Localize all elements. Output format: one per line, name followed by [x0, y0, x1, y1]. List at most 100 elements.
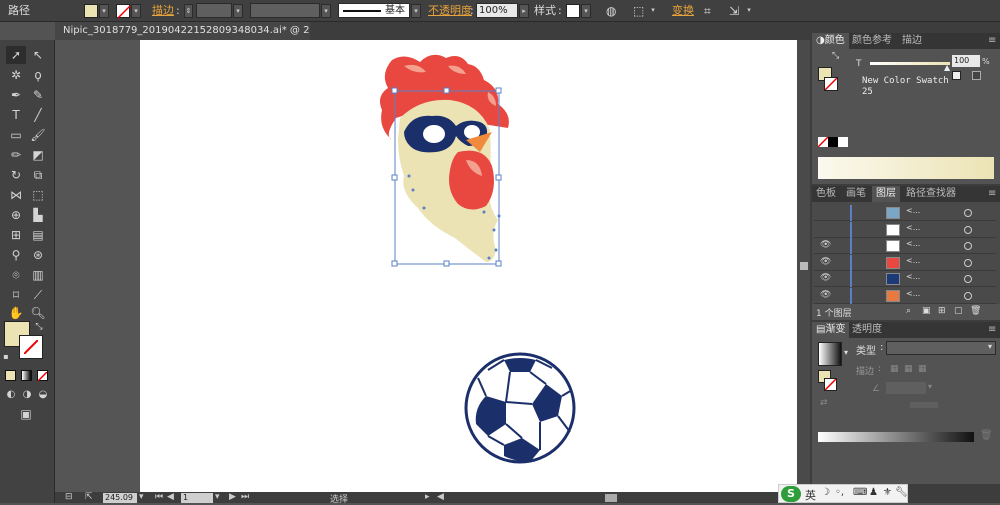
- layer-row[interactable]: 👁 <...: [814, 254, 996, 271]
- visibility-eye-icon[interactable]: 👁: [820, 257, 831, 267]
- reverse-gradient-icon[interactable]: ⇄: [820, 398, 828, 408]
- tint-label: T: [856, 59, 862, 69]
- tab-color[interactable]: ◑颜色: [812, 33, 849, 49]
- tab-pathfinder[interactable]: 路径查找器: [902, 186, 960, 202]
- angle-field[interactable]: [886, 382, 926, 394]
- layer-thumbnail: [886, 207, 900, 219]
- scroll-thumb[interactable]: [800, 262, 808, 270]
- stroke-option-1-icon[interactable]: ▦: [890, 364, 899, 374]
- tab-swatches[interactable]: 色板: [812, 186, 840, 202]
- gradient-preview[interactable]: [818, 342, 842, 366]
- export-icon[interactable]: ⇱: [85, 492, 93, 502]
- panel-menu-icon[interactable]: ≡: [984, 186, 1000, 202]
- scroll-left-icon[interactable]: ◀: [437, 492, 444, 502]
- tab-gradient[interactable]: ▤渐变: [812, 322, 850, 338]
- tab-transparency[interactable]: 透明度: [848, 322, 886, 338]
- target-circle-icon[interactable]: [964, 291, 972, 300]
- status-menu-icon[interactable]: ▸: [425, 492, 430, 502]
- swap-icon[interactable]: ⤡: [832, 51, 839, 61]
- layer-name: <...: [906, 222, 921, 232]
- layer-name: <...: [906, 288, 921, 298]
- color-panel: ⤡ T ▲ 100 % New Color Swatch 25: [812, 49, 1000, 184]
- gradient-preview-dropdown[interactable]: ▾: [844, 348, 848, 357]
- colon: :: [878, 364, 882, 374]
- target-circle-icon[interactable]: [964, 242, 972, 250]
- target-circle-icon[interactable]: [964, 209, 972, 217]
- wrench-icon[interactable]: 🔧︎: [895, 487, 908, 498]
- color-icon: ◑: [816, 35, 825, 46]
- tint-slider[interactable]: [870, 62, 950, 65]
- zoom-field[interactable]: 245.09: [103, 493, 137, 503]
- none-slash-icon: [817, 136, 829, 148]
- layer-count: 1 个图层: [816, 309, 852, 319]
- layer-thumbnail: [886, 256, 900, 269]
- stroke-option-2-icon[interactable]: ▦: [904, 364, 913, 374]
- aspect-field[interactable]: [910, 402, 938, 408]
- out-of-gamut-icon[interactable]: [972, 71, 981, 80]
- skin-icon[interactable]: ♟: [869, 487, 878, 498]
- white-swatch[interactable]: [838, 137, 848, 147]
- tab-brushes[interactable]: 画笔: [842, 186, 870, 202]
- moon-icon[interactable]: ☽: [821, 487, 830, 498]
- cmyk-spot-icon[interactable]: [952, 71, 961, 80]
- visibility-eye-icon[interactable]: 👁: [820, 273, 831, 283]
- panel-menu-icon[interactable]: ≡: [984, 322, 1000, 338]
- first-page-icon[interactable]: ⏮: [155, 492, 163, 502]
- stroke-option-3-icon[interactable]: ▦: [918, 364, 927, 374]
- artboard-nav-icon[interactable]: ⊟: [65, 492, 73, 502]
- punctuation-icon[interactable]: ◦,: [835, 487, 844, 498]
- layer-row[interactable]: 👁 <...: [814, 271, 996, 287]
- percent-label: %: [982, 57, 990, 66]
- none-slash-icon: [824, 77, 838, 91]
- angle-icon: ∠: [872, 384, 881, 394]
- layer-row[interactable]: 👁 <...: [814, 238, 996, 254]
- delete-stop-icon[interactable]: 🗑: [980, 430, 993, 441]
- page-field[interactable]: 1: [181, 493, 213, 503]
- zoom-dropdown[interactable]: ▾: [139, 492, 144, 502]
- black-swatch[interactable]: [828, 137, 838, 147]
- ime-lang[interactable]: 英: [805, 487, 816, 503]
- none-swatch[interactable]: [817, 136, 829, 148]
- tab-stroke[interactable]: 描边: [898, 33, 926, 49]
- next-page-icon[interactable]: ▶: [229, 492, 236, 502]
- dress-icon[interactable]: ⚜: [883, 487, 892, 498]
- gradient-slider[interactable]: [818, 432, 974, 442]
- layer-row[interactable]: 👁 <...: [814, 287, 996, 304]
- layers-panel-tabs: 色板 画笔 图层 路径查找器 ≡: [812, 186, 1000, 202]
- visibility-eye-icon[interactable]: 👁: [820, 240, 831, 250]
- tint-value-field[interactable]: 100: [952, 55, 980, 67]
- panel-menu-icon[interactable]: ≡: [984, 33, 1000, 49]
- new-layer-icon[interactable]: ▢: [954, 306, 963, 316]
- tint-slider-thumb[interactable]: ▲: [944, 63, 950, 72]
- target-circle-icon[interactable]: [964, 275, 972, 283]
- ime-toolbar: S 英 ☽ ◦, ⌨ ♟ ⚜ 🔧︎: [778, 484, 908, 503]
- horizontal-scroll-thumb[interactable]: [605, 494, 617, 502]
- soccer-ball[interactable]: [464, 352, 576, 464]
- rooster-wattle[interactable]: [449, 150, 494, 210]
- layer-name: <...: [906, 206, 921, 215]
- glasses-left-lens: [423, 125, 445, 143]
- tab-color-guide[interactable]: 颜色参考: [848, 33, 896, 49]
- clipping-mask-icon[interactable]: ▣: [922, 306, 931, 316]
- tab-layers[interactable]: 图层: [872, 186, 900, 202]
- locate-object-icon[interactable]: ⌕: [906, 306, 911, 316]
- layer-row[interactable]: <...: [814, 221, 996, 238]
- delete-layer-icon[interactable]: 🗑: [970, 306, 981, 316]
- gradient-stroke-swatch[interactable]: [824, 378, 837, 391]
- new-sublayer-icon[interactable]: ⊞: [938, 306, 946, 316]
- vertical-scrollbar[interactable]: [797, 40, 810, 492]
- color-spectrum[interactable]: [818, 157, 994, 179]
- ime-logo[interactable]: S: [781, 486, 801, 502]
- layer-thumbnail: [886, 223, 900, 236]
- keyboard-icon[interactable]: ⌨: [853, 487, 867, 498]
- last-page-icon[interactable]: ⏭: [241, 492, 249, 502]
- target-circle-icon[interactable]: [964, 225, 972, 234]
- layer-row[interactable]: <...: [814, 205, 996, 221]
- color-stroke-swatch[interactable]: [824, 77, 838, 91]
- angle-dropdown[interactable]: ▾: [928, 382, 932, 391]
- target-circle-icon[interactable]: [964, 258, 972, 267]
- page-dropdown[interactable]: ▾: [215, 492, 220, 502]
- gradient-type-select[interactable]: ▾: [886, 341, 996, 355]
- visibility-eye-icon[interactable]: 👁: [820, 290, 831, 300]
- prev-page-icon[interactable]: ◀: [167, 492, 174, 502]
